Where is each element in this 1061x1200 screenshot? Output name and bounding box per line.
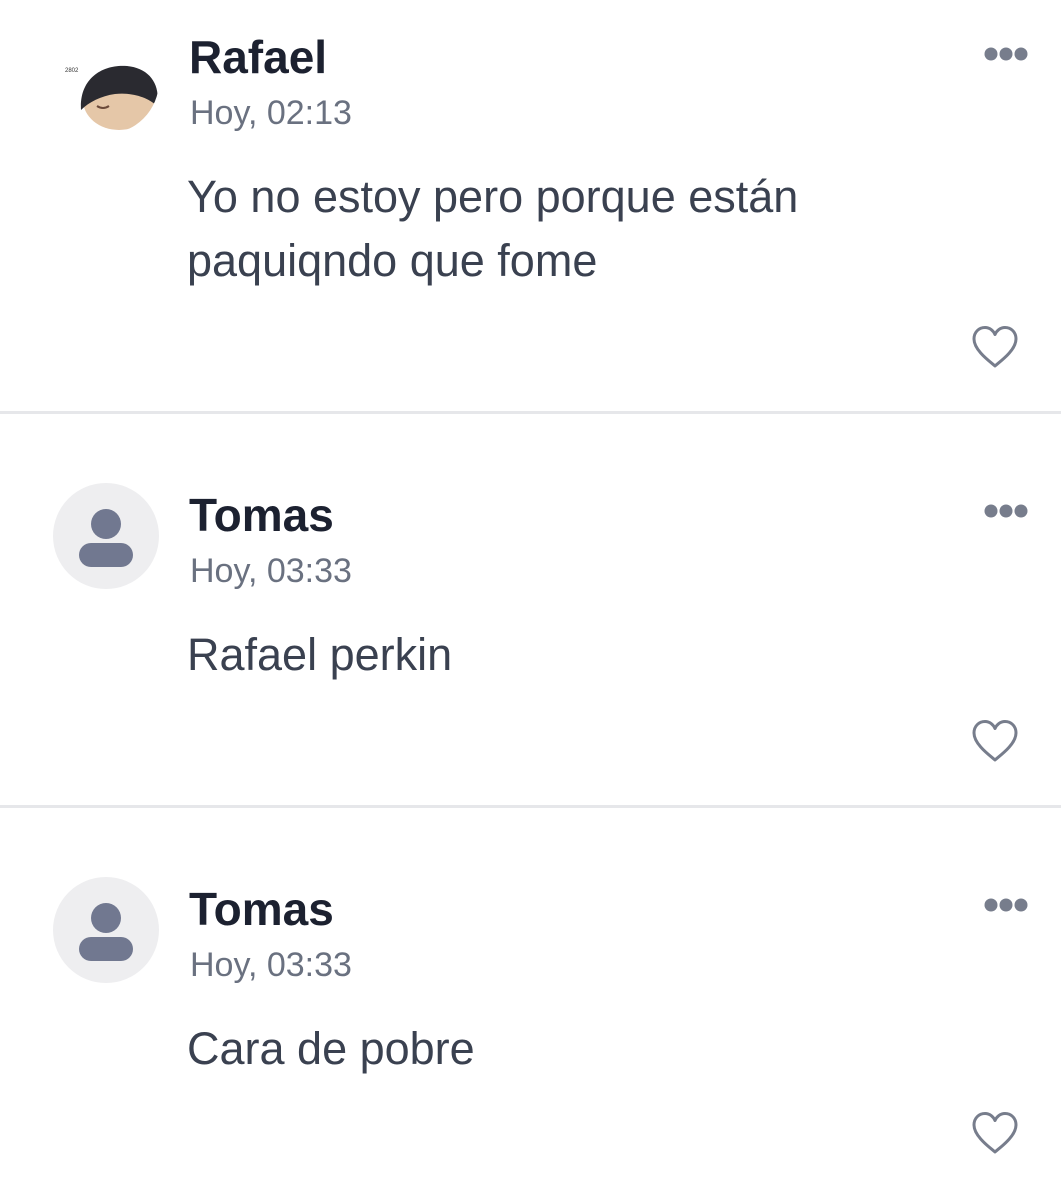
like-button[interactable] <box>970 718 1020 764</box>
user-photo-icon: 2802 <box>65 65 158 130</box>
avatar[interactable] <box>53 877 159 983</box>
comment-timestamp: Hoy, 03:33 <box>190 552 352 590</box>
comment-item: Tomas Hoy, 03:33 Rafael perkin <box>0 414 1061 806</box>
comment-author[interactable]: Tomas <box>189 886 334 932</box>
comment-text: Yo no estoy pero porque están paquiqndo … <box>187 171 799 286</box>
comment-author[interactable]: Rafael <box>189 34 327 80</box>
more-options-icon <box>984 504 1028 518</box>
comment-item: Tomas Hoy, 03:33 Cara de pobre <box>0 808 1061 1200</box>
heart-icon <box>972 326 1018 368</box>
comment-timestamp: Hoy, 02:13 <box>190 94 352 132</box>
more-options-button[interactable] <box>982 501 1030 521</box>
comment-text: Cara de pobre <box>187 1023 475 1074</box>
comment-author[interactable]: Tomas <box>189 492 334 538</box>
heart-icon <box>972 720 1018 762</box>
comment-timestamp: Hoy, 03:33 <box>190 946 352 984</box>
more-options-button[interactable] <box>982 895 1030 915</box>
comment-item: 2802 Rafael Hoy, 02:13 Yo no estoy pero … <box>0 0 1061 412</box>
heart-icon <box>972 1112 1018 1154</box>
avatar[interactable]: 2802 <box>53 28 159 134</box>
more-options-button[interactable] <box>982 44 1030 64</box>
comment-text: Rafael perkin <box>187 629 453 680</box>
avatar[interactable] <box>53 483 159 589</box>
like-button[interactable] <box>970 324 1020 370</box>
like-button[interactable] <box>970 1110 1020 1156</box>
photo-caption: 2802 <box>65 68 79 74</box>
more-options-icon <box>984 47 1028 61</box>
more-options-icon <box>984 898 1028 912</box>
default-user-icon <box>79 903 133 961</box>
default-user-icon <box>79 509 133 567</box>
